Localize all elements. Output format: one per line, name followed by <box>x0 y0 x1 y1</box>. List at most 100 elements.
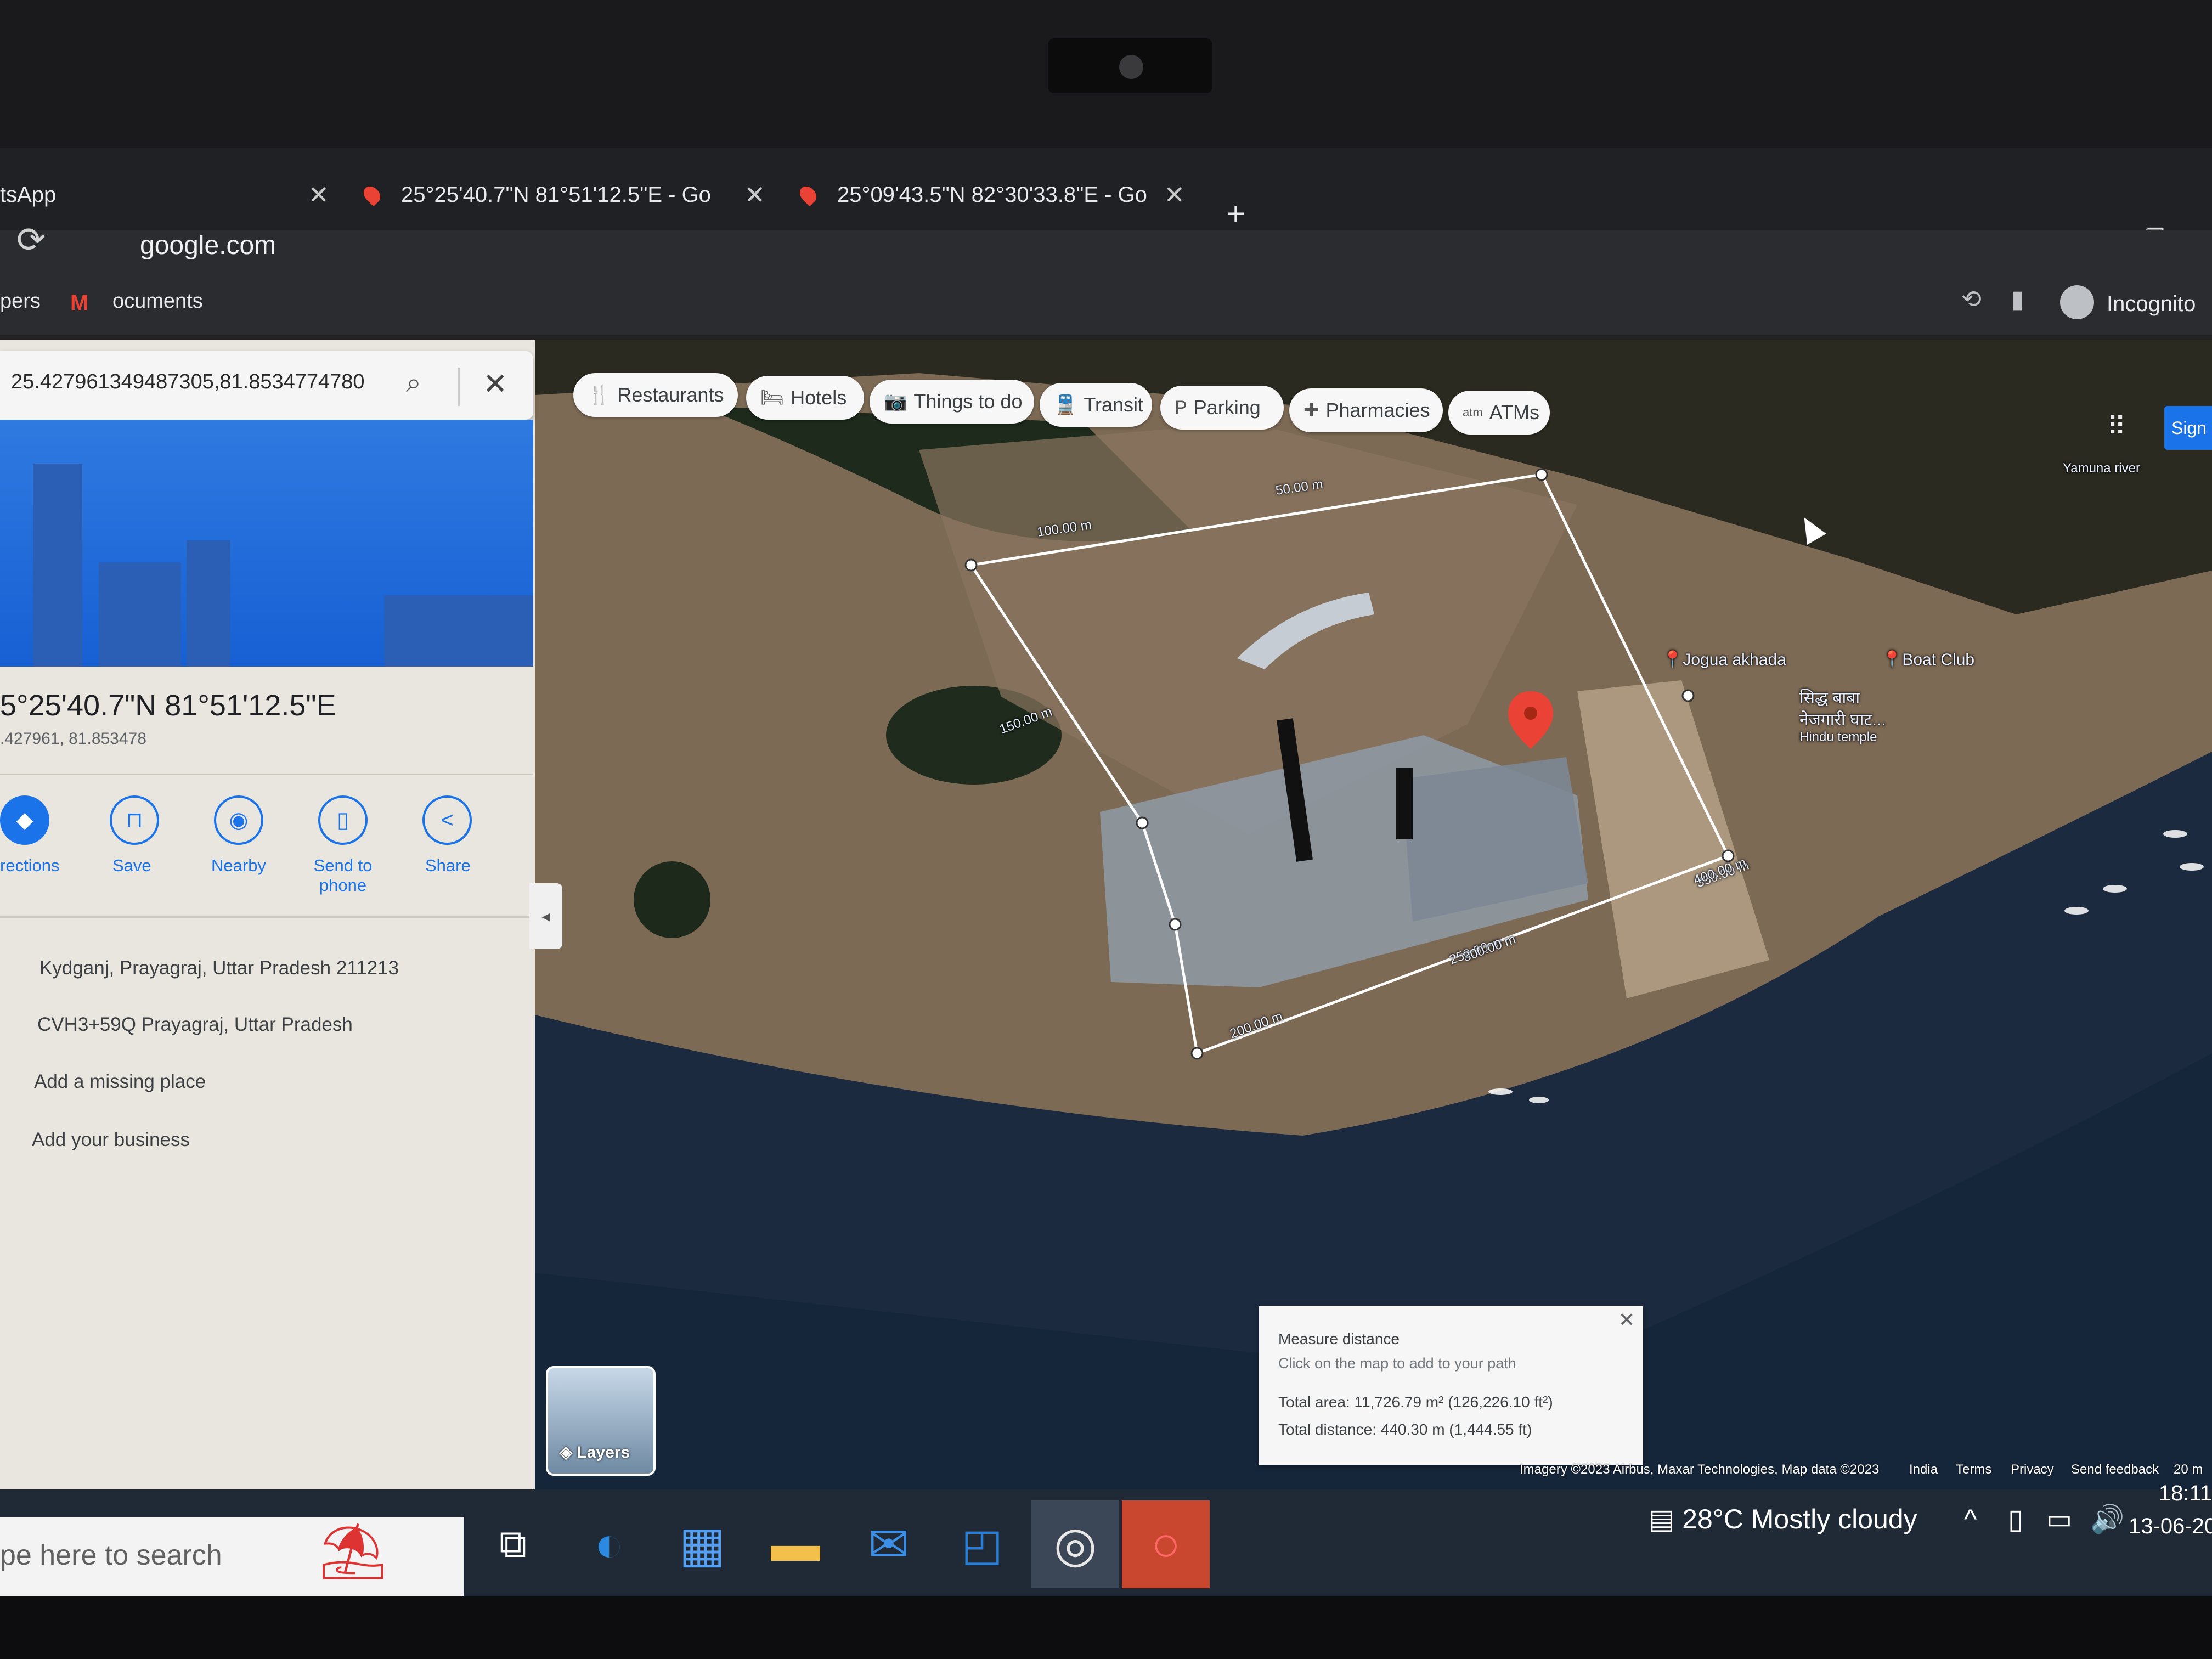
measure-title: Measure distance <box>1278 1330 1400 1347</box>
nearby-button[interactable]: ◉ <box>214 795 263 845</box>
chip-hotels[interactable]: 🛏 Hotels <box>746 376 864 420</box>
tray-chevron-icon[interactable]: ^ <box>1964 1503 1977 1535</box>
measure-total-distance: Total distance: 440.30 m (1,444.55 ft) <box>1278 1421 1532 1438</box>
collapse-panel-button[interactable]: ◂ <box>529 883 562 949</box>
search-divider <box>458 368 460 406</box>
address-row[interactable]: Kydganj, Prayagraj, Uttar Pradesh 211213 <box>40 957 399 979</box>
taskbar-date[interactable]: 13-06-20 <box>2129 1514 2212 1539</box>
mail-icon[interactable]: ✉ <box>845 1500 933 1588</box>
poi-label: Boat Club <box>1902 651 1975 669</box>
extension-icon[interactable]: ⟲ <box>1961 285 1982 313</box>
incognito-icon[interactable] <box>2060 285 2094 319</box>
tab-map-2[interactable]: 25°09'43.5"N 82°30'33.8"E - Go ✕ <box>796 165 1185 225</box>
divider <box>0 774 533 775</box>
layers-text: Layers <box>577 1443 630 1462</box>
chip-label: Restaurants <box>617 383 724 406</box>
volume-icon[interactable]: 🔊 <box>2090 1503 2124 1536</box>
store-icon[interactable]: ▦ <box>658 1500 746 1588</box>
tab-whatsapp[interactable]: tsApp ✕ <box>0 165 329 225</box>
chip-label: Hotels <box>791 386 847 409</box>
camera-icon: 📷 <box>884 391 907 412</box>
measure-total-area: Total area: 11,726.79 m² (126,226.10 ft²… <box>1278 1393 1553 1410</box>
train-icon: 🚆 <box>1054 394 1077 415</box>
action-label: Share <box>425 856 471 875</box>
send-to-phone-button[interactable]: ▯ <box>318 795 368 845</box>
measure-hint: Click on the map to add to your path <box>1278 1355 1516 1372</box>
sign-in-button[interactable]: Sign <box>2164 406 2212 450</box>
taskbar-time[interactable]: 18:11 <box>2129 1481 2212 1506</box>
poi-label: Jogua akhada <box>1683 651 1786 669</box>
imagery-attribution: Imagery ©2023 Airbus, Maxar Technologies… <box>1520 1462 1880 1477</box>
plus-code-row[interactable]: CVH3+59Q Prayagraj, Uttar Pradesh <box>37 1014 353 1036</box>
gmail-icon: M <box>70 291 89 315</box>
pharmacy-icon: ✚ <box>1304 400 1319 421</box>
apps-grid-icon[interactable]: ⠿ <box>2107 411 2126 442</box>
save-button[interactable]: ⊓ <box>110 795 159 845</box>
poi-label: सिद्ध बाबा <box>1799 689 1860 707</box>
network-icon[interactable]: ▭ <box>2046 1503 2072 1535</box>
restaurant-icon: 🍴 <box>588 385 611 405</box>
bookmark-item[interactable]: pers <box>0 290 41 313</box>
footer-send-feedback[interactable]: Send feedback <box>2071 1462 2159 1477</box>
edge-icon[interactable]: ◐ <box>565 1500 653 1588</box>
footer-privacy[interactable]: Privacy <box>2011 1462 2054 1477</box>
poi-boat-club[interactable]: 📍Boat Club <box>1882 650 1974 669</box>
bookmarks-bar <box>0 285 2212 335</box>
nearby-icon: ◉ <box>214 795 263 845</box>
bookmark-documents[interactable]: ocuments <box>112 290 203 313</box>
bookmark-icon: ⊓ <box>110 795 159 845</box>
taskbar-search-input[interactable]: pe here to search <box>0 1539 222 1572</box>
chip-transit[interactable]: 🚆 Transit <box>1040 383 1152 427</box>
close-icon[interactable]: ✕ <box>308 180 329 210</box>
chip-pharmacies[interactable]: ✚ Pharmacies <box>1289 388 1443 432</box>
outlook-icon[interactable]: ◰ <box>938 1500 1026 1588</box>
opera-icon[interactable]: ○ <box>1122 1500 1210 1588</box>
parking-icon: P <box>1175 397 1187 418</box>
close-icon[interactable]: ✕ <box>1618 1308 1635 1331</box>
chip-atms[interactable]: atm ATMs <box>1448 391 1550 435</box>
share-button[interactable]: < <box>422 795 472 845</box>
chip-restaurants[interactable]: 🍴 Restaurants <box>573 373 738 417</box>
search-highlight-icon: ⛱ <box>318 1521 388 1582</box>
chrome-icon[interactable]: ◎ <box>1031 1500 1119 1588</box>
close-icon[interactable]: ✕ <box>483 366 507 401</box>
url-domain[interactable]: google.com <box>140 230 276 261</box>
place-hero-image <box>0 420 533 667</box>
action-label: rections <box>0 856 60 875</box>
directions-icon: ◆ <box>0 795 49 845</box>
tab-title: tsApp <box>0 182 57 207</box>
action-label: Send to phone <box>313 856 373 895</box>
weather-widget[interactable]: ▤ 28°C Mostly cloudy <box>1649 1503 1917 1535</box>
footer-terms[interactable]: Terms <box>1956 1462 1991 1477</box>
place-title: 5°25'40.7"N 81°51'12.5"E <box>0 689 336 722</box>
hotel-icon: 🛏 <box>760 387 785 408</box>
add-business-link[interactable]: Add your business <box>32 1129 190 1151</box>
chip-parking[interactable]: P Parking <box>1160 386 1284 430</box>
footer-country[interactable]: India <box>1909 1462 1938 1477</box>
chip-label: Parking <box>1193 396 1261 419</box>
poi-ghat[interactable]: नेजगारी घाट... <box>1799 708 1886 730</box>
side-panel-icon[interactable]: ▮ <box>2011 285 2024 313</box>
poi-jogua-akhada[interactable]: 📍Jogua akhada <box>1662 650 1786 669</box>
poi-siddh-baba[interactable]: सिद्ध बाबा <box>1799 686 1860 708</box>
measure-distance-card <box>1259 1306 1643 1465</box>
search-icon[interactable]: ⌕ <box>406 366 421 399</box>
laptop-bezel-bottom <box>0 1596 2212 1659</box>
reload-icon[interactable]: ⟳ <box>16 219 46 261</box>
share-icon: < <box>422 795 472 845</box>
chip-label: ATMs <box>1489 401 1540 424</box>
chip-things-to-do[interactable]: 📷 Things to do <box>870 380 1034 424</box>
scale-bar: 20 m <box>2174 1462 2203 1477</box>
close-icon[interactable]: ✕ <box>1164 180 1185 210</box>
file-explorer-icon[interactable]: ▬ <box>752 1500 839 1588</box>
weather-text: 28°C Mostly cloudy <box>1682 1504 1917 1534</box>
search-input[interactable]: 25.427961349487305,81.8534774780 <box>11 370 365 394</box>
poi-yamuna-river[interactable]: Yamuna river <box>2063 461 2140 476</box>
directions-button[interactable]: ◆ <box>0 795 49 845</box>
tab-map-1[interactable]: 25°25'40.7"N 81°51'12.5"E - Go ✕ <box>360 165 765 225</box>
close-icon[interactable]: ✕ <box>744 180 765 210</box>
meet-icon[interactable]: ▯ <box>2008 1503 2023 1535</box>
task-view-icon[interactable]: ⧉ <box>469 1500 557 1588</box>
new-tab-button[interactable]: + <box>1226 195 1245 233</box>
add-missing-place-link[interactable]: Add a missing place <box>34 1071 206 1093</box>
